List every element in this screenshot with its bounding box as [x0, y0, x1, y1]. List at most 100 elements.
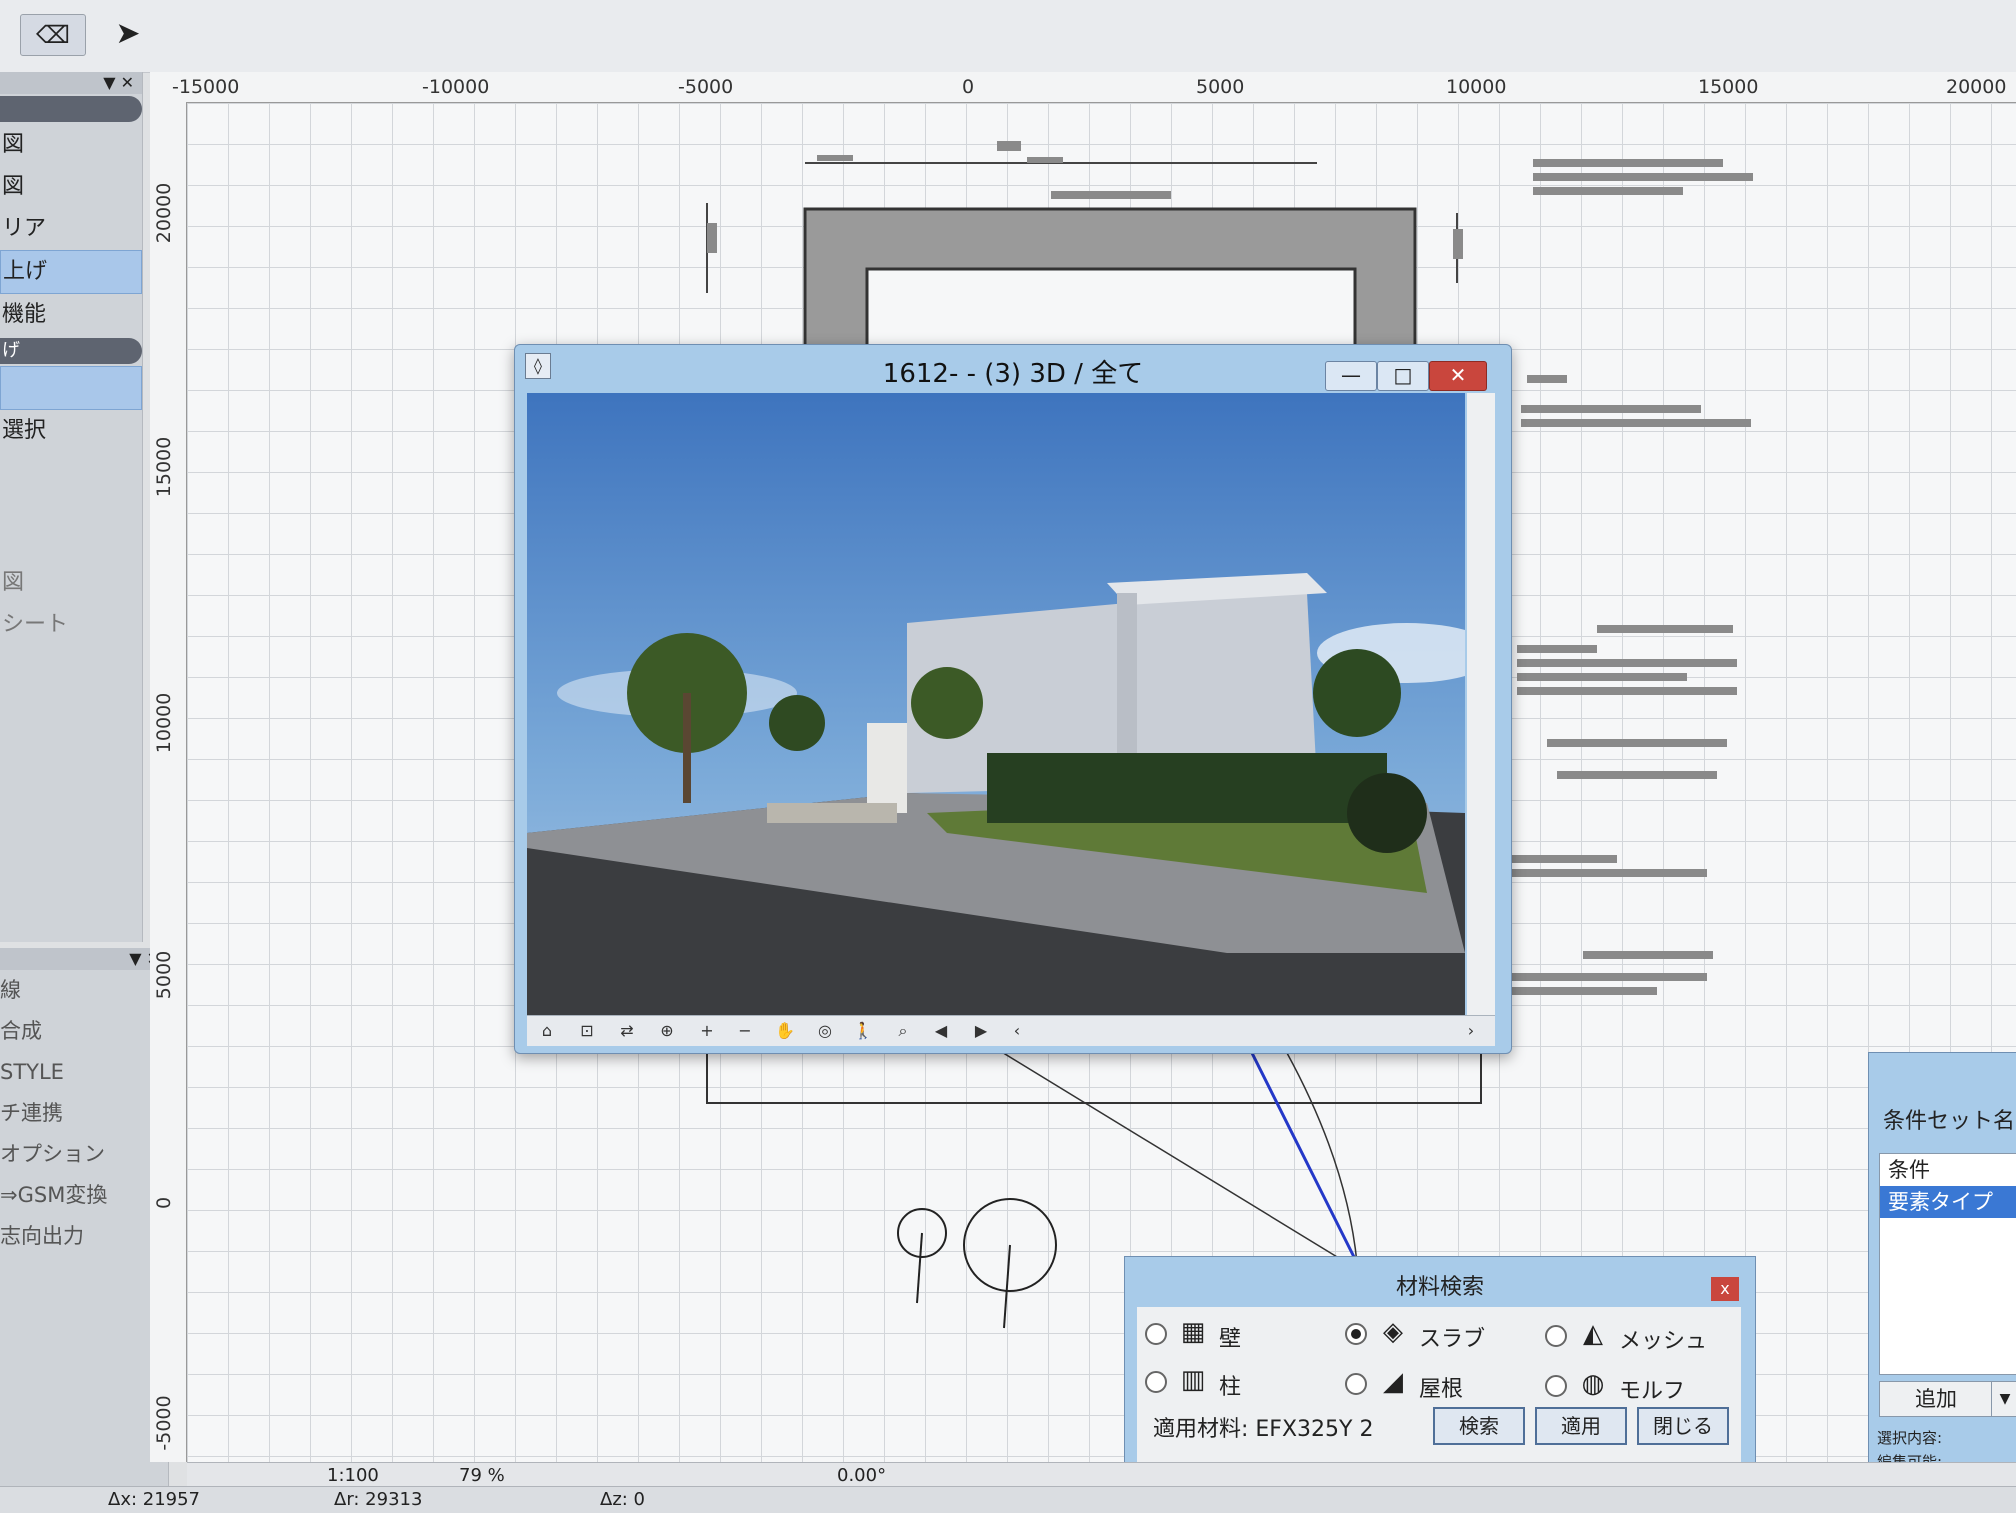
panel-pill[interactable] — [0, 96, 142, 122]
criteria-set-panel[interactable]: 条件セット名: 条件 要素タイプ 追加 ▼ 選択内容: 編集可能: — [1868, 1052, 2016, 1474]
minimize-button[interactable]: — — [1325, 361, 1377, 391]
chevron-down-icon[interactable]: ▼ — [1991, 1381, 2016, 1417]
addon-item[interactable]: STYLE — [0, 1052, 168, 1093]
panel-header: ▼ ✕ — [0, 948, 168, 970]
applied-material-text: 適用材料: EFX325Y 2 — [1153, 1417, 1374, 1442]
type-label: メッシュ — [1619, 1329, 1708, 1354]
panel-item[interactable]: 図 — [0, 166, 142, 208]
list-item[interactable]: 条件 — [1880, 1154, 2016, 1186]
scroll-left-icon[interactable]: ‹ — [1003, 1019, 1031, 1043]
collapse-icon[interactable]: ▼ — [103, 73, 115, 92]
panel-item-highlight[interactable] — [0, 366, 142, 410]
radio-wall[interactable] — [1145, 1323, 1167, 1345]
view-arc — [1286, 1052, 1358, 1264]
ruler-label: 15000 — [153, 436, 175, 498]
addon-item[interactable]: 合成 — [0, 1011, 168, 1052]
radio-slab[interactable] — [1345, 1323, 1367, 1345]
tree — [769, 695, 825, 751]
panel-item[interactable]: 機能 — [0, 294, 142, 336]
zoom-in-icon[interactable]: + — [693, 1019, 721, 1043]
zoom-extents-icon[interactable]: ⌕ — [889, 1019, 917, 1043]
collapse-icon[interactable]: ▼ — [129, 949, 141, 968]
column-icon: ▥ — [1180, 1365, 1206, 1395]
scale-readout[interactable]: 1:100 — [327, 1465, 379, 1486]
apply-button[interactable]: 適用 — [1535, 1407, 1627, 1445]
vertical-ruler: 20000 15000 10000 5000 0 -5000 — [150, 102, 187, 1462]
orbit-icon[interactable]: ◎ — [811, 1019, 839, 1043]
addon-item[interactable]: オプション — [0, 1134, 168, 1175]
panel-item[interactable] — [0, 452, 142, 562]
ruler-label: 5000 — [153, 950, 175, 1000]
radio-column[interactable] — [1145, 1371, 1167, 1393]
walk-icon[interactable]: 🚶 — [849, 1019, 877, 1043]
panel-item[interactable]: 図 — [0, 562, 142, 604]
arrow-tool-icon[interactable]: ➤ — [108, 14, 148, 54]
maximize-button[interactable]: □ — [1377, 361, 1429, 391]
add-button[interactable]: 追加 — [1879, 1381, 1993, 1417]
home-view-icon[interactable]: ⌂ — [533, 1019, 561, 1043]
view-cone-line — [986, 1042, 1348, 1264]
coordinate-bar: Δx: 21957 Δr: 29313 Δz: 0 — [0, 1486, 2016, 1513]
vertical-scrollbar[interactable] — [1467, 393, 1495, 1015]
radio-mesh[interactable] — [1545, 1325, 1567, 1347]
ruler-label: 20000 — [1946, 76, 2007, 98]
next-view-icon[interactable]: ▶ — [967, 1019, 995, 1043]
type-label: 柱 — [1219, 1375, 1242, 1400]
top-toolbar: ⌫ ➤ — [0, 0, 2016, 73]
panel-item[interactable]: 選択 — [0, 410, 142, 452]
roof-icon: ◢ — [1383, 1367, 1403, 1397]
zoom-out-icon[interactable]: − — [731, 1019, 759, 1043]
panel-pill[interactable]: げ — [0, 338, 142, 364]
panel-item[interactable]: リア — [0, 208, 142, 250]
wall-block — [867, 723, 907, 813]
panel-item-selected[interactable]: 上げ — [0, 250, 142, 294]
scroll-right-icon[interactable]: › — [1457, 1019, 1485, 1043]
close-icon[interactable]: ✕ — [121, 73, 134, 92]
dialog-body: ▦ 壁 ◈ スラブ ◭ メッシュ ▥ 柱 ◢ 屋根 ◍ モルフ 適用材料: EF… — [1137, 1307, 1741, 1465]
ruler-label: -5000 — [153, 1395, 175, 1451]
angle-readout[interactable]: 0.00° — [837, 1465, 886, 1486]
zoom-icon[interactable]: ⊕ — [653, 1019, 681, 1043]
pan-hand-icon[interactable]: ✋ — [771, 1019, 799, 1043]
delta-z-readout: Δz: 0 — [600, 1489, 645, 1510]
addon-item[interactable]: 線 — [0, 970, 168, 1011]
type-label: 壁 — [1219, 1327, 1242, 1352]
3d-render — [527, 393, 1465, 1015]
delta-r-readout: Δr: 29313 — [334, 1489, 423, 1510]
ruler-label: 10000 — [153, 692, 175, 754]
type-label: スラブ — [1419, 1327, 1486, 1352]
panel-item[interactable]: 図 — [0, 124, 142, 166]
slab-icon: ◈ — [1383, 1317, 1403, 1347]
criteria-list[interactable]: 条件 要素タイプ — [1879, 1153, 2016, 1375]
eraser-tool-icon[interactable]: ⌫ — [20, 14, 86, 56]
zoom-readout[interactable]: 79 % — [459, 1465, 505, 1486]
view-status-bar: 1:100 79 % 0.00° — [187, 1462, 2016, 1487]
radio-morph[interactable] — [1545, 1375, 1567, 1397]
dialog-close-button[interactable]: x — [1711, 1277, 1739, 1301]
fit-icon[interactable]: ⇄ — [613, 1019, 641, 1043]
zoom-window-icon[interactable]: ⊡ — [573, 1019, 601, 1043]
3d-viewport[interactable] — [527, 393, 1465, 1015]
ruler-label: 0 — [153, 1196, 175, 1210]
radio-roof[interactable] — [1345, 1373, 1367, 1395]
addon-item[interactable]: チ連携 — [0, 1093, 168, 1134]
addon-item[interactable]: 志向出力 — [0, 1216, 168, 1257]
panel-header: ▼ ✕ — [0, 72, 142, 94]
window-titlebar[interactable]: ◊ 1612- - (3) 3D / 全て — □ ✕ — [515, 345, 1511, 391]
close-dialog-button[interactable]: 閉じる — [1637, 1407, 1729, 1445]
list-item-selected[interactable]: 要素タイプ — [1880, 1186, 2016, 1218]
ruler-label: -15000 — [172, 76, 240, 98]
ruler-label: 20000 — [153, 182, 175, 244]
3d-navigation-toolbar: ⌂ ⊡ ⇄ ⊕ + − ✋ ◎ 🚶 ⌕ ◀ ▶ ‹ › — [527, 1015, 1495, 1046]
ruler-label: 5000 — [1196, 76, 1245, 98]
type-label: モルフ — [1619, 1379, 1686, 1404]
addon-item[interactable]: ⇒GSM変換 — [0, 1175, 168, 1216]
prev-view-icon[interactable]: ◀ — [927, 1019, 955, 1043]
material-search-dialog[interactable]: 材料検索 x ▦ 壁 ◈ スラブ ◭ メッシュ ▥ 柱 ◢ 屋根 ◍ モルフ 適… — [1124, 1256, 1756, 1478]
search-button[interactable]: 検索 — [1433, 1407, 1525, 1445]
close-button[interactable]: ✕ — [1429, 361, 1487, 391]
shrub — [1347, 773, 1427, 853]
camera-path[interactable] — [1245, 1042, 1359, 1264]
3d-window[interactable]: ◊ 1612- - (3) 3D / 全て — □ ✕ ⌂ ⊡ ⇄ ⊕ + − … — [514, 344, 1512, 1054]
panel-item[interactable]: シート — [0, 604, 142, 646]
